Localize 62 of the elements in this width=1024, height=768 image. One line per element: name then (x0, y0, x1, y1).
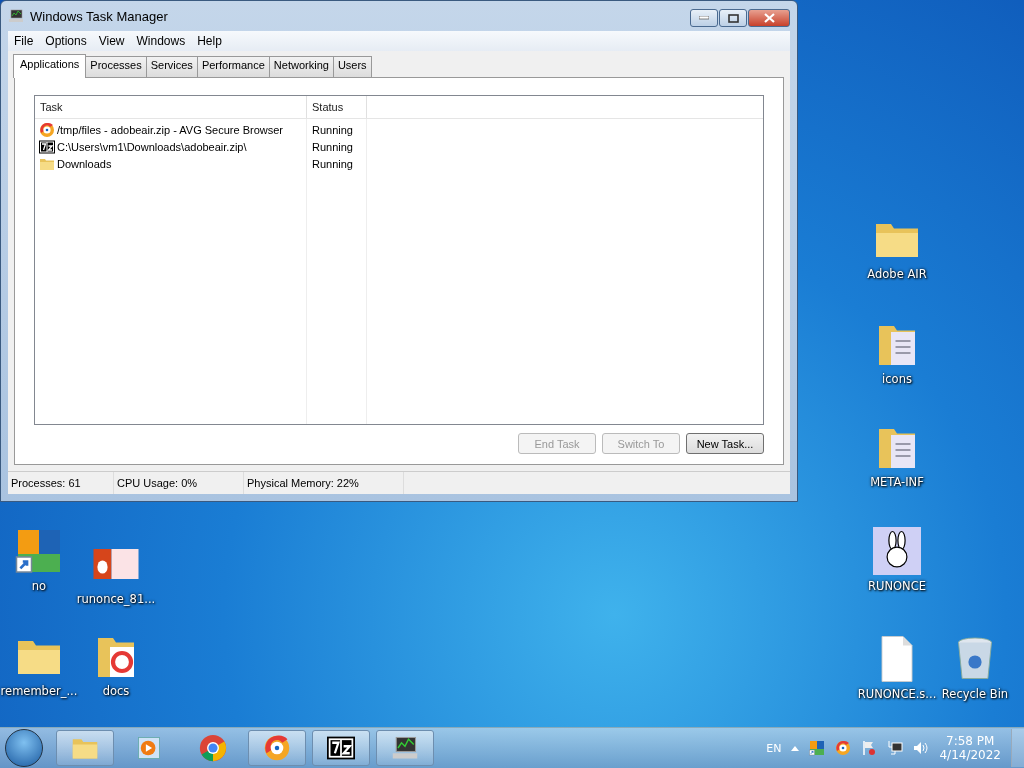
desktop-icon-label[interactable]: META-INF (870, 475, 924, 489)
minimize-button[interactable] (690, 9, 718, 27)
browser-icon (263, 734, 291, 762)
desktop-icon-label[interactable]: RUNONCE (868, 579, 926, 593)
flag-icon[interactable] (861, 740, 878, 756)
tab[interactable]: Applications (13, 54, 87, 78)
column-header[interactable]: Task (35, 96, 307, 118)
desktop-icon-label[interactable]: remember_... (0, 684, 78, 698)
desktop-icon-label[interactable]: runonce_81... (76, 592, 156, 606)
task-name[interactable]: Downloads (35, 155, 307, 172)
monitor-icon (8, 8, 24, 24)
task-status: Running (311, 140, 353, 153)
menu-item[interactable]: Options (39, 34, 93, 48)
column-header[interactable]: Status (307, 96, 367, 118)
network-icon[interactable] (887, 740, 904, 756)
desktop-icon-label[interactable]: icons (882, 372, 912, 386)
status-text: Physical Memory: 22% (244, 472, 404, 494)
task-label: C:\Users\vm1\Downloads\adobeair.zip\ (57, 140, 247, 153)
menu-item[interactable]: View (92, 34, 131, 48)
archive-icon (327, 734, 355, 762)
desktop-icon-label[interactable]: Adobe AIR (867, 267, 927, 281)
maximize-button[interactable] (719, 9, 747, 27)
chrome-icon (199, 734, 227, 762)
minimize-icon (699, 16, 709, 20)
app-shortcut-icon (15, 527, 63, 575)
desktop-icon-label[interactable]: docs (102, 684, 130, 698)
desktop-icon-label[interactable]: Recycle Bin (941, 687, 1009, 701)
task-name[interactable]: /tmp/files - adobeair.zip - AVG Secure Browser (35, 121, 307, 138)
bunny-icon (873, 527, 921, 575)
task-status: Running (311, 157, 353, 170)
task-name[interactable]: C:\Users\vm1\Downloads\adobeair.zip\ (35, 138, 307, 155)
tray-expand-icon[interactable] (791, 745, 800, 751)
taskbar-button[interactable] (312, 730, 370, 766)
monitor-icon (391, 734, 419, 762)
task-label: Downloads (57, 157, 112, 170)
desktop-icon-label[interactable]: RUNONCE.s... (857, 687, 937, 701)
taskbar-button[interactable] (376, 730, 434, 766)
media-player-icon (135, 734, 163, 762)
menu-item[interactable]: Windows (130, 34, 192, 48)
close-button[interactable] (748, 9, 790, 27)
window-title: Windows Task Manager (30, 8, 168, 24)
tab[interactable]: Services (145, 56, 198, 77)
task-status: Running (311, 123, 353, 136)
tab[interactable]: Networking (268, 56, 334, 77)
start-button[interactable] (5, 729, 43, 767)
close-icon (763, 13, 775, 23)
task-label: /tmp/files - adobeair.zip - AVG Secure Browser (57, 123, 283, 136)
desktop-icon-label[interactable]: no (31, 579, 47, 593)
browser-icon (39, 121, 55, 138)
tab[interactable]: Users (332, 56, 372, 77)
status-text: Processes: 61 (8, 472, 114, 494)
tab[interactable]: Processes (85, 56, 147, 77)
archive-icon (39, 138, 55, 155)
tab[interactable]: Performance (196, 56, 270, 77)
menu-item[interactable]: Help (191, 34, 228, 48)
status-text: CPU Usage: 0% (114, 472, 244, 494)
menu-item[interactable]: File (8, 34, 40, 48)
maximize-icon (727, 13, 739, 23)
speaker-icon[interactable] (913, 740, 930, 756)
action-button[interactable]: New Task... (686, 433, 764, 454)
browser-icon (835, 740, 852, 756)
app-shortcut-icon (809, 740, 826, 756)
